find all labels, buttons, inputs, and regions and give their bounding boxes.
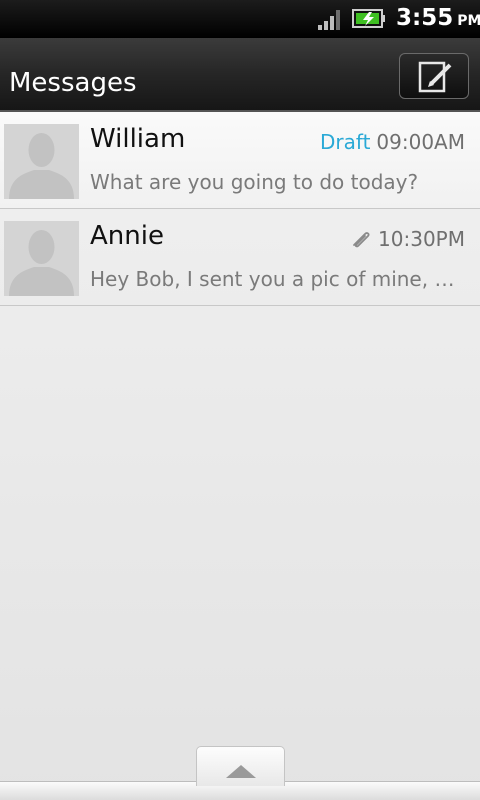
compose-icon — [418, 61, 452, 93]
title-bar: Messages — [0, 38, 480, 112]
sender-name: William — [90, 124, 186, 154]
clock-ampm: PM — [457, 13, 480, 29]
message-snippet: Hey Bob, I sent you a pic of mine, give … — [90, 267, 465, 291]
message-row-william[interactable]: William Draft 09:00AM What are you going … — [0, 112, 480, 209]
status-bar: 3:55 PM — [0, 0, 480, 38]
contact-placeholder-icon — [4, 221, 79, 296]
paperclip-icon — [353, 232, 370, 248]
message-list: William Draft 09:00AM What are you going … — [0, 112, 480, 306]
battery-charging-icon — [352, 9, 386, 28]
avatar — [4, 221, 79, 296]
draft-label: Draft — [320, 130, 371, 154]
message-meta: Draft 09:00AM — [320, 130, 465, 154]
expand-tab[interactable] — [196, 746, 285, 786]
message-snippet: What are you going to do today? — [90, 170, 419, 194]
contact-placeholder-icon — [4, 124, 79, 199]
avatar — [4, 124, 79, 199]
clock-time: 3:55 — [396, 5, 454, 31]
message-time: 09:00AM — [376, 130, 465, 154]
page-title: Messages — [9, 68, 137, 98]
sender-name: Annie — [90, 221, 164, 251]
message-time: 10:30PM — [378, 227, 465, 251]
message-row-annie[interactable]: Annie 10:30PM Hey Bob, I sent you a pic … — [0, 209, 480, 306]
chevron-up-icon — [226, 765, 256, 778]
compose-button[interactable] — [399, 53, 469, 99]
status-clock: 3:55 PM — [396, 5, 480, 31]
signal-icon — [318, 10, 344, 30]
message-meta: 10:30PM — [350, 227, 465, 251]
